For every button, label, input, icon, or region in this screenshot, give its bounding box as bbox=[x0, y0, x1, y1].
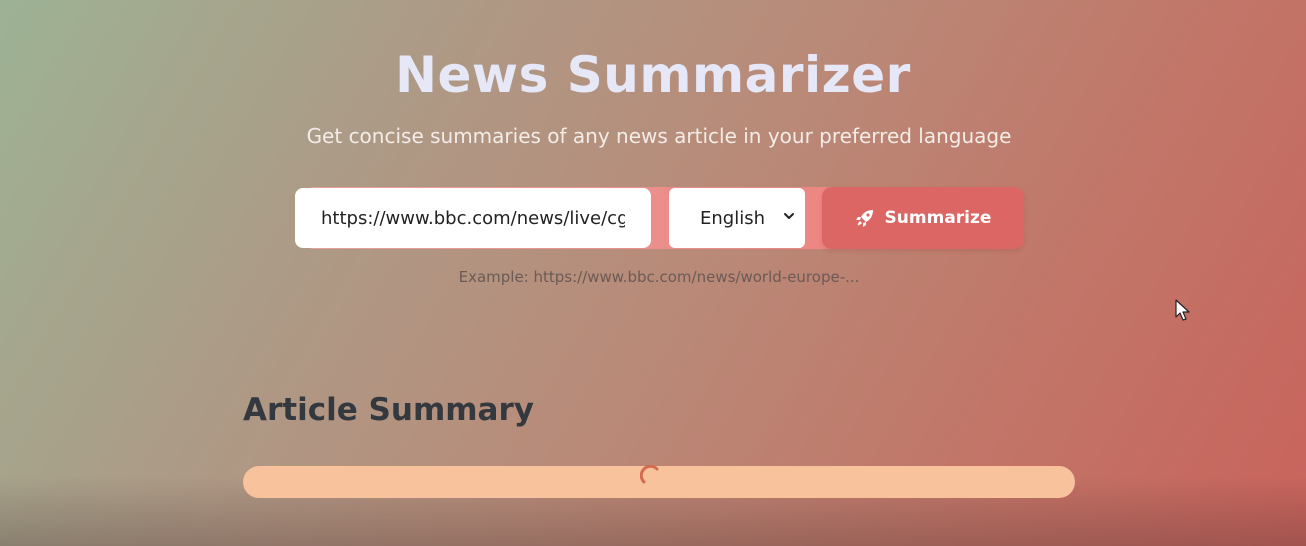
example-text: Example: https://www.bbc.com/news/world-… bbox=[458, 268, 860, 286]
language-select-value: English bbox=[700, 207, 765, 229]
page-title: News Summarizer bbox=[395, 46, 911, 104]
page-subtitle: Get concise summaries of any news articl… bbox=[306, 124, 1012, 148]
page: { "header": { "title": "News Summarizer"… bbox=[0, 0, 1306, 546]
summarize-form: English Summarize bbox=[294, 187, 1024, 249]
chevron-down-icon bbox=[784, 213, 794, 219]
spinner-icon bbox=[640, 465, 659, 484]
summary-heading: Article Summary bbox=[243, 392, 534, 428]
summarize-button[interactable]: Summarize bbox=[822, 187, 1024, 249]
url-input[interactable] bbox=[295, 188, 651, 248]
summarize-button-label: Summarize bbox=[884, 208, 992, 228]
rocket-icon bbox=[855, 210, 873, 227]
mouse-cursor-icon bbox=[1175, 299, 1190, 321]
language-select[interactable]: English bbox=[669, 188, 805, 248]
